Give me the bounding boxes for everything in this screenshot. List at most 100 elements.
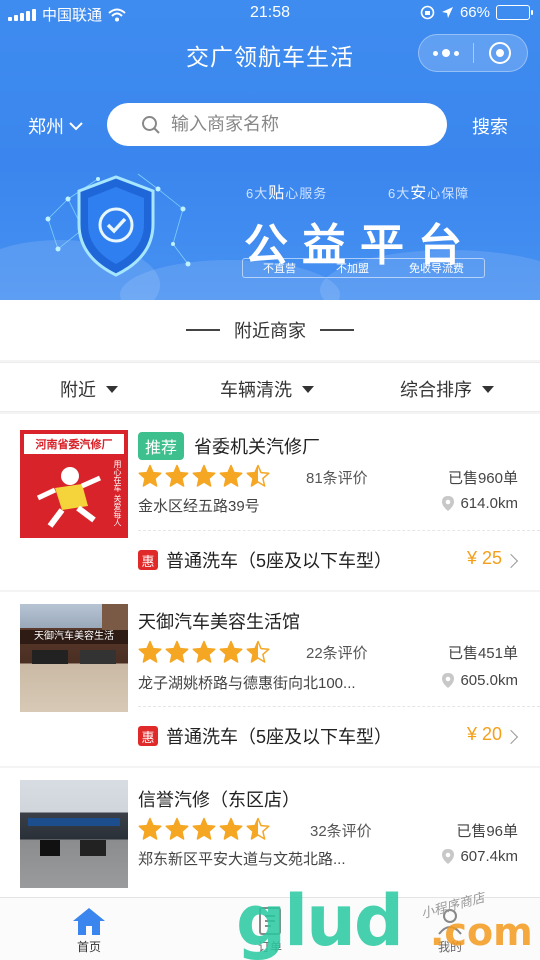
caret-down-icon	[106, 385, 118, 393]
watermark-suffix: .com	[430, 910, 533, 954]
city-label: 郑州	[28, 117, 64, 137]
merchant-address: 龙子湖姚桥路与德惠街向北100...	[138, 675, 356, 692]
miniprogram-capsule	[418, 34, 528, 72]
service-price: ¥ 25	[466, 548, 502, 568]
merchant-thumbnail	[20, 780, 128, 888]
merchant-card[interactable]: 信誉汽修（东区店） 32条评价 已售96单 郑东新区平安大道与文苑北路... 6…	[0, 768, 540, 898]
star-icon	[165, 464, 189, 487]
star-icon	[192, 817, 216, 840]
merchant-thumbnail: 河南省委汽修厂 用心在车 关爱每人	[20, 430, 128, 538]
search-icon	[142, 115, 160, 134]
filter-label: 附近	[60, 380, 96, 400]
divider-line	[186, 329, 220, 331]
chevron-down-icon	[69, 122, 83, 131]
star-icon	[219, 817, 243, 840]
merchant-name: 省委机关汽修厂	[194, 437, 321, 457]
tab-label: 首页	[76, 940, 101, 954]
city-selector[interactable]: 郑州	[28, 113, 84, 139]
location-arrow-icon	[441, 7, 453, 18]
header-area: 中国联通 21:58 66% 交广领航车生活 郑州 输入商家名称 搜索 6大贴心…	[0, 0, 540, 300]
star-icon	[165, 640, 189, 663]
rotation-lock-icon	[420, 5, 435, 20]
sold-count: 已售451单	[447, 645, 518, 662]
filter-sort[interactable]: 综合排序	[400, 376, 494, 402]
search-button[interactable]: 搜索	[472, 113, 508, 139]
caret-down-icon	[302, 385, 314, 393]
merchant-distance: 614.0km	[442, 495, 518, 512]
star-rating	[138, 464, 270, 488]
thumb-sign-text: 河南省委汽修厂	[24, 434, 124, 454]
merchant-address: 金水区经五路39号	[138, 498, 260, 515]
star-rating	[138, 817, 270, 841]
star-icon	[192, 464, 216, 487]
section-title: 附近商家	[234, 321, 306, 341]
star-icon	[219, 464, 243, 487]
promo-banner[interactable]: 6大贴心服务 6大安心保障 公益平台 不直营 不加盟 免收导流费	[0, 165, 540, 300]
thumb-slogan-text: 用心在车 关爱每人	[113, 460, 122, 527]
battery-percent: 66%	[459, 4, 490, 21]
tab-home[interactable]: 首页	[44, 906, 134, 955]
star-icon	[138, 640, 162, 663]
nearby-section-header: 附近商家	[0, 300, 540, 360]
location-pin-icon	[442, 849, 455, 864]
star-icon	[246, 640, 270, 663]
review-count: 22条评价	[306, 645, 368, 662]
banner-tags: 不直营 不加盟 免收导流费	[242, 258, 485, 278]
merchant-address: 郑东新区平安大道与文苑北路...	[138, 851, 346, 868]
service-item[interactable]: 惠 普通洗车（5座及以下车型）	[138, 723, 392, 749]
distance-value: 605.0km	[460, 672, 518, 689]
filter-label: 综合排序	[400, 380, 472, 400]
discount-badge: 惠	[138, 726, 158, 746]
star-icon	[138, 817, 162, 840]
star-icon	[246, 464, 270, 487]
shield-icon	[45, 173, 191, 277]
star-rating	[138, 640, 270, 664]
merchant-name: 天御汽车美容生活馆	[138, 612, 300, 632]
sold-count: 已售96单	[456, 823, 518, 840]
merchant-card[interactable]: 河南省委汽修厂 用心在车 关爱每人 推荐 省委机关汽修厂 81条评价 已售960…	[0, 414, 540, 590]
merchant-distance: 605.0km	[442, 672, 518, 689]
filter-category[interactable]: 车辆清洗	[220, 376, 314, 402]
star-icon	[165, 817, 189, 840]
service-item[interactable]: 惠 普通洗车（5座及以下车型）	[138, 547, 392, 573]
banner-service-right: 6大安心保障	[388, 185, 470, 202]
chevron-right-icon	[503, 553, 519, 569]
review-count: 32条评价	[310, 823, 372, 840]
discount-badge: 惠	[138, 550, 158, 570]
merchant-card[interactable]: 天御汽车美容生活 天御汽车美容生活馆 22条评价 已售451单 龙子湖姚桥路与德…	[0, 592, 540, 766]
service-price: ¥ 20	[466, 724, 502, 744]
close-miniprogram-button[interactable]	[474, 35, 528, 71]
location-pin-icon	[442, 673, 455, 688]
filter-distance[interactable]: 附近	[60, 376, 118, 402]
recommended-badge: 推荐	[138, 432, 185, 460]
star-icon	[246, 817, 270, 840]
search-input[interactable]	[171, 114, 411, 135]
merchant-distance: 607.4km	[442, 848, 518, 865]
filter-label: 车辆清洗	[220, 380, 292, 400]
more-dots-icon	[432, 49, 459, 57]
status-bar: 中国联通 21:58 66%	[0, 0, 540, 28]
circle-target-icon	[489, 42, 512, 64]
service-name: 普通洗车（5座及以下车型）	[166, 727, 393, 747]
star-icon	[192, 640, 216, 663]
banner-tag: 免收导流费	[409, 263, 464, 275]
merchant-thumbnail: 天御汽车美容生活	[20, 604, 128, 712]
battery-icon	[496, 5, 533, 20]
thumb-sign-text: 天御汽车美容生活	[20, 630, 128, 644]
filter-bar: 附近 车辆清洗 综合排序	[0, 362, 540, 412]
banner-service-left: 6大贴心服务	[246, 185, 328, 202]
watermark-logo: glud	[236, 880, 404, 960]
star-icon	[219, 640, 243, 663]
merchant-name: 信誉汽修（东区店）	[138, 790, 300, 810]
banner-tag: 不加盟	[336, 263, 369, 275]
more-button[interactable]	[419, 35, 473, 71]
divider-line	[320, 329, 354, 331]
sold-count: 已售960单	[447, 470, 518, 487]
chevron-right-icon	[503, 729, 519, 745]
caret-down-icon	[482, 385, 494, 393]
distance-value: 607.4km	[460, 848, 518, 865]
star-icon	[138, 464, 162, 487]
distance-value: 614.0km	[460, 495, 518, 512]
location-pin-icon	[442, 496, 455, 511]
banner-tag: 不直营	[263, 263, 296, 275]
